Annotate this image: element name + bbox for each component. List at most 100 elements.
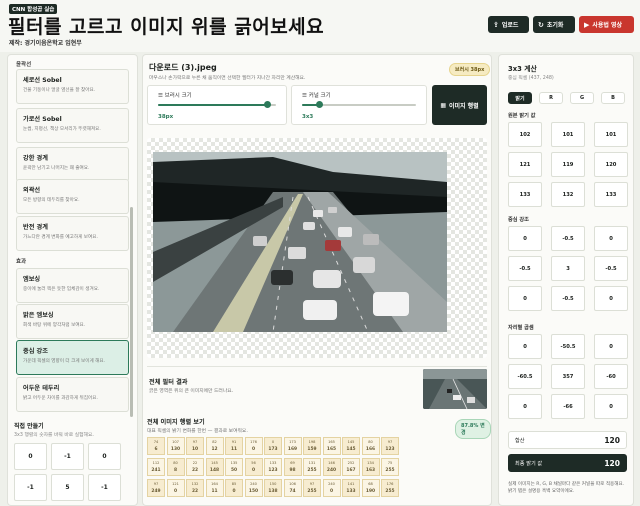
- pixel-value-top: 80: [173, 461, 178, 465]
- video-icon: ▶: [584, 20, 590, 29]
- page-title: 필터를 고르고 이미지 위를 긁어보세요: [8, 16, 325, 38]
- filter-desc: 중이에 눌러 찍은 듯한 입체감이 생겨요.: [23, 287, 100, 292]
- pixel-value-cell: 74 6: [147, 437, 165, 455]
- custom-kernel-title: 직접 만들기: [14, 423, 44, 430]
- pixel-value-top: 173: [289, 440, 296, 444]
- filter-card-dark-border[interactable]: 어두운 테두리 밝고 어두운 차이를 과감하게 뒤집어요.: [16, 377, 129, 412]
- pixel-value-cell: 97 10: [186, 437, 204, 455]
- tab-brightness[interactable]: 밝기: [508, 92, 532, 104]
- tab-red[interactable]: R: [539, 92, 563, 104]
- pixel-value-bottom: 255: [385, 489, 395, 494]
- pixel-value-cell: 165 165: [322, 437, 341, 455]
- filter-card-emboss[interactable]: 엠보싱 중이에 눌러 찍은 듯한 입체감이 생겨요.: [16, 268, 129, 303]
- pixel-value-bottom: 163: [365, 468, 376, 473]
- filter-card-bright-emboss[interactable]: 밝은 엠보싱 회색 바탕 위에 양각처럼 보여요.: [16, 304, 129, 339]
- reset-button[interactable]: ↻ 초기화: [533, 16, 575, 33]
- matrix-cell: 120: [594, 152, 628, 177]
- pixel-value-bottom: 50: [230, 468, 238, 473]
- filter-card-outline[interactable]: 외곽선 모든 방향의 테두리를 찾아요.: [16, 179, 129, 214]
- pixel-value-cell: 240 0: [322, 479, 341, 497]
- filter-desc: 회색 바탕 위에 양각처럼 보여요.: [23, 323, 86, 328]
- pixel-value-bottom: 123: [385, 447, 395, 452]
- pixel-value-top: 97: [309, 482, 315, 486]
- pixel-value-cell: 75 255: [381, 458, 399, 476]
- kernel-size-value: 3x3: [302, 114, 314, 120]
- custom-kernel-cell[interactable]: 5: [51, 474, 84, 501]
- full-matrix-subtitle: 대표 픽셀의 밝기 변화를 한번 — 결과로 보여줘요.: [147, 429, 248, 434]
- pixel-value-bottom: 150: [248, 489, 259, 494]
- pixel-value-top: 82: [212, 440, 217, 444]
- pixel-value-bottom: 123: [268, 468, 278, 473]
- matrix-cell: 0: [594, 286, 628, 311]
- image-matrix-button[interactable]: ▦ 이미지 행렬: [432, 85, 487, 125]
- matrix-cell: 133: [594, 182, 628, 207]
- custom-kernel-cell[interactable]: 0: [14, 443, 47, 470]
- pixel-value-top: 145: [347, 440, 355, 444]
- filtered-thumbnail-art: [423, 369, 487, 409]
- matrix-cell: -0.5: [551, 286, 585, 311]
- filter-card-inverted-edge[interactable]: 반전 경계 가느다란 경계 변화를 예고하게 보여요.: [16, 216, 129, 251]
- custom-kernel-cell[interactable]: 0: [88, 443, 121, 470]
- full-filter-result-card[interactable]: 전체 필터 결과 긁은 영역은 위의 큰 이미지에만 드러나요.: [147, 366, 487, 410]
- pixel-value-top: 240: [328, 482, 335, 486]
- pixel-value-top: 176: [250, 440, 257, 444]
- pixel-value-top: 112: [152, 461, 160, 465]
- pixel-value-bottom: 22: [191, 489, 199, 494]
- tab-blue[interactable]: B: [601, 92, 625, 104]
- result-subtitle: 긁은 영역은 위의 큰 이미지에만 드러나요.: [149, 389, 234, 394]
- kernel-size-slider[interactable]: [302, 101, 416, 108]
- filter-name: 가로선 Sobel: [23, 116, 62, 123]
- pixel-value-cell: 97 249: [147, 479, 165, 497]
- matrix-cell: -0.5: [551, 226, 585, 251]
- pixel-value-bottom: 240: [326, 468, 337, 473]
- filter-card-center-emphasis[interactable]: 중심 강조 가운데 픽셀의 영향이 더 크게 보이게 해요.: [16, 340, 129, 375]
- pixel-value-top: 97: [192, 440, 198, 444]
- brush-size-value: 38px: [158, 114, 174, 120]
- filter-desc: 가느다란 경계 변화를 예고하게 보여요.: [23, 235, 98, 240]
- drawing-canvas[interactable]: [147, 138, 487, 358]
- pixel-value-top: 133: [269, 461, 277, 465]
- custom-kernel-cell[interactable]: -1: [14, 474, 47, 501]
- pixel-value-top: 164: [211, 482, 218, 486]
- header: CNN 합성곱 실습 필터를 고르고 이미지 위를 긁어보세요 제작: 경기이음…: [0, 0, 640, 52]
- sidebar-scrollbar[interactable]: [130, 207, 133, 417]
- kernel-slider-icon-label: ☰ 커널 크기: [302, 91, 331, 99]
- video-button[interactable]: ▶ 사용법 영상: [579, 16, 634, 33]
- pixel-value-cell: 107 130: [166, 437, 185, 455]
- pixel-value-bottom: 167: [346, 468, 356, 473]
- brush-size-slider[interactable]: [158, 101, 276, 108]
- pixel-value-bottom: 74: [289, 489, 296, 494]
- pixel-value-bottom: 10: [191, 447, 199, 452]
- pixel-value-bottom: 22: [191, 468, 199, 473]
- pixel-value-bottom: 6: [154, 447, 158, 452]
- matrix-cell: -66: [551, 394, 585, 419]
- brush-slider-thumb[interactable]: [263, 101, 271, 108]
- filter-name: 강한 경계: [23, 155, 48, 162]
- tab-green[interactable]: G: [570, 92, 594, 104]
- custom-kernel-cell[interactable]: -1: [51, 443, 84, 470]
- upload-button[interactable]: ⇪ 업로드: [488, 16, 529, 33]
- matrix-cell: 132: [551, 182, 585, 207]
- pixel-value-cell: 141 133: [342, 479, 360, 497]
- pixel-value-top: 97: [387, 440, 393, 444]
- highway-photo[interactable]: [153, 152, 447, 332]
- brush-size-control: ☰ 브러시 크기 38px: [147, 85, 287, 125]
- pixel-value-top: 176: [386, 482, 394, 486]
- filter-card-strong-edge[interactable]: 강한 경계 윤곽만 남기고 나머지는 꽤 줄여요.: [16, 147, 129, 182]
- custom-kernel-cell[interactable]: -1: [88, 474, 121, 501]
- sum-row: 합산 120: [508, 431, 627, 449]
- pixel-value-bottom: 255: [307, 489, 317, 494]
- pixel-value-bottom: 12: [211, 447, 218, 452]
- pixel-value-cell: 135 50: [225, 458, 243, 476]
- filter-card-vertical-sobel[interactable]: 세로선 Sobel 건물 기둥이나 얼굴 옆선을 잘 찾아요.: [16, 69, 129, 104]
- pixel-value-cell: 56 0: [244, 458, 263, 476]
- pixel-value-top: 165: [328, 440, 335, 444]
- pixel-value-cell: 198 159: [303, 437, 321, 455]
- pixel-value-bottom: 190: [365, 489, 376, 494]
- filter-card-horizontal-sobel[interactable]: 가로선 Sobel 눈썹, 지평선, 책상 모서리가 뚜렷해져요.: [16, 108, 129, 143]
- filter-name: 어두운 테두리: [23, 385, 60, 392]
- kernel-slider-thumb[interactable]: [316, 101, 324, 108]
- pixel-value-top: 91: [231, 440, 237, 444]
- filter-desc: 윤곽만 남기고 나머지는 꽤 줄여요.: [23, 166, 90, 171]
- pixel-value-top: 75: [387, 461, 393, 465]
